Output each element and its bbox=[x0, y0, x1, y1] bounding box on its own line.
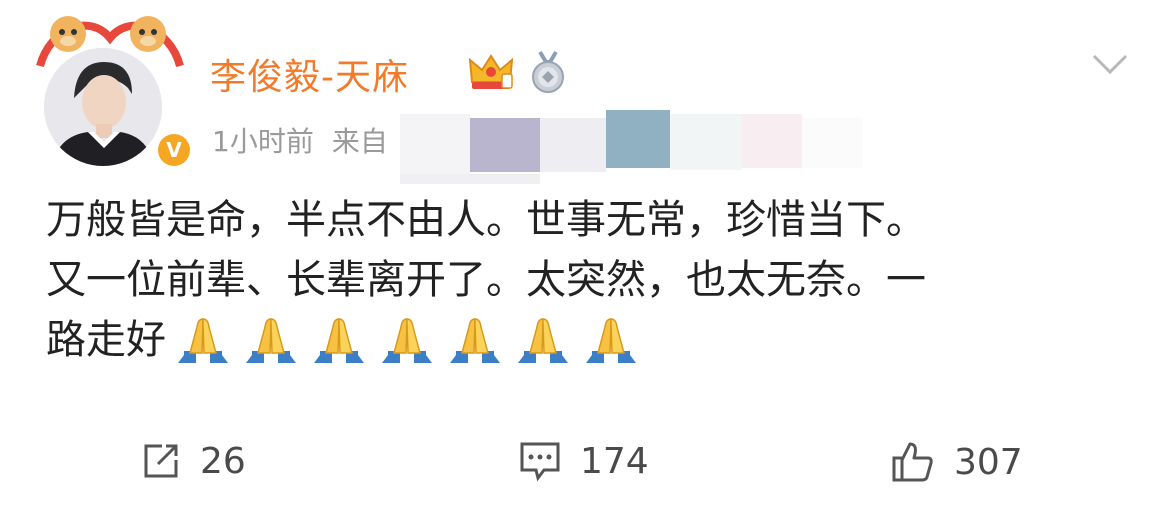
share-count: 26 bbox=[200, 440, 246, 482]
content-line-3-text: 路走好 bbox=[46, 317, 166, 363]
redacted-source-mosaic bbox=[400, 104, 880, 184]
comment-button[interactable]: 174 bbox=[518, 440, 649, 482]
avatar-portrait bbox=[44, 48, 162, 166]
post-meta: 1小时前 来自 bbox=[212, 120, 388, 160]
folded-hands-icon bbox=[314, 318, 364, 363]
comment-icon bbox=[520, 442, 560, 482]
emoji-row bbox=[166, 317, 642, 363]
v-verified-icon: V bbox=[158, 134, 190, 166]
share-button[interactable]: 26 bbox=[140, 440, 246, 482]
folded-hands-icon bbox=[178, 318, 228, 363]
crown-badge-icon[interactable] bbox=[468, 52, 514, 92]
weibo-post: V 李俊毅-天庥 1小时前 来自 万般皆是命，半点不由人。世事无常，珍惜当下。 又… bbox=[0, 0, 1170, 510]
folded-hands-icon bbox=[518, 318, 568, 363]
comment-count: 174 bbox=[580, 440, 649, 482]
like-button[interactable]: 307 bbox=[890, 440, 1023, 484]
content-line-2: 又一位前辈、长辈离开了。太突然，也太无奈。一 bbox=[46, 257, 926, 303]
like-icon bbox=[892, 442, 933, 482]
action-bar: 26 174 307 bbox=[0, 430, 1170, 494]
share-icon bbox=[144, 444, 178, 478]
post-time: 1小时前 bbox=[212, 125, 314, 158]
folded-hands-icon bbox=[586, 318, 636, 363]
author-name[interactable]: 李俊毅-天庥 bbox=[210, 48, 409, 100]
folded-hands-icon bbox=[450, 318, 500, 363]
avatar[interactable] bbox=[44, 48, 162, 166]
content-line-1: 万般皆是命，半点不由人。世事无常，珍惜当下。 bbox=[46, 197, 926, 243]
content-line-3: 路走好 bbox=[46, 310, 1146, 370]
folded-hands-icon bbox=[382, 318, 432, 363]
like-count: 307 bbox=[954, 441, 1023, 483]
folded-hands-icon bbox=[246, 318, 296, 363]
avatar-with-frame[interactable]: V bbox=[30, 8, 194, 170]
chevron-down-icon[interactable] bbox=[1090, 52, 1130, 76]
medal-badge-icon[interactable] bbox=[528, 50, 568, 94]
verified-badge: V bbox=[154, 130, 194, 170]
post-source-label: 来自 bbox=[331, 125, 388, 158]
post-content: 万般皆是命，半点不由人。世事无常，珍惜当下。 又一位前辈、长辈离开了。太突然，也… bbox=[46, 190, 1146, 370]
